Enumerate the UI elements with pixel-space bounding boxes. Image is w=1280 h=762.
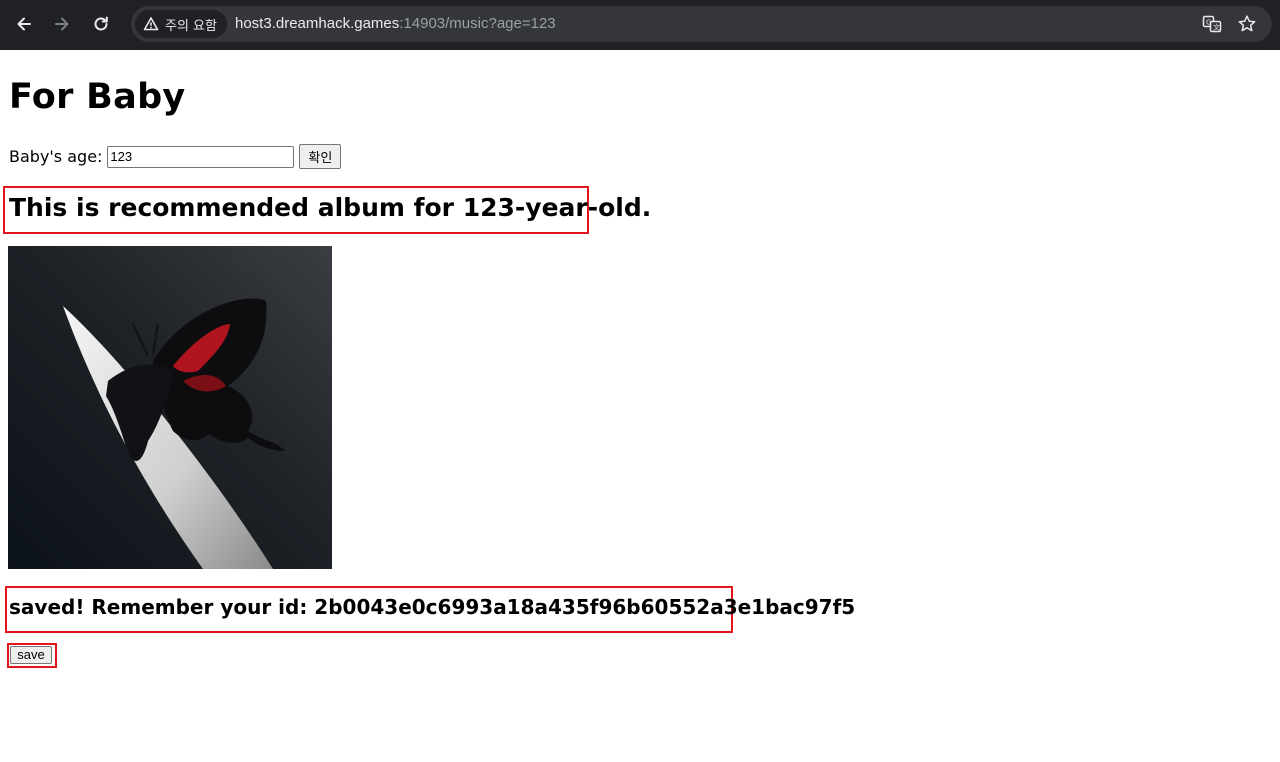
reload-icon [94, 16, 108, 31]
age-input[interactable] [107, 145, 295, 168]
back-button[interactable] [8, 8, 40, 40]
svg-text:文: 文 [1213, 23, 1220, 32]
security-label: 주의 요함 [165, 18, 217, 34]
browser-toolbar: 주의 요함 host3.dreamhack.games:14903/music?… [0, 0, 1280, 50]
album-cover-image [8, 246, 332, 569]
page-title: For Baby [9, 77, 186, 117]
age-form: Baby's age: 확인 [9, 144, 342, 169]
url-path: :14903/music?age=123 [399, 15, 556, 32]
save-button[interactable]: save [10, 646, 52, 664]
star-icon [1238, 15, 1256, 32]
svg-text:G: G [1206, 19, 1211, 27]
bookmark-button[interactable] [1236, 13, 1258, 35]
back-arrow-icon [17, 17, 31, 31]
url-text[interactable]: host3.dreamhack.games:14903/music?age=12… [235, 15, 556, 32]
recommendation-heading: This is recommended album for 123-year-o… [9, 193, 652, 222]
translate-button[interactable]: G文 [1201, 13, 1223, 35]
address-bar[interactable]: 주의 요함 host3.dreamhack.games:14903/music?… [131, 6, 1272, 42]
saved-message: saved! Remember your id: 2b0043e0c6993a1… [9, 595, 856, 619]
page-content: For Baby Baby's age: 확인 This is recommen… [0, 50, 1280, 762]
warning-icon [143, 17, 159, 31]
reload-button[interactable] [85, 8, 117, 40]
forward-arrow-icon [55, 17, 69, 31]
security-chip[interactable]: 주의 요함 [135, 10, 227, 38]
forward-button[interactable] [46, 8, 78, 40]
translate-icon: G文 [1202, 15, 1222, 33]
age-label: Baby's age: [9, 147, 103, 166]
url-host: host3.dreamhack.games [235, 15, 400, 32]
confirm-button[interactable]: 확인 [299, 144, 342, 169]
